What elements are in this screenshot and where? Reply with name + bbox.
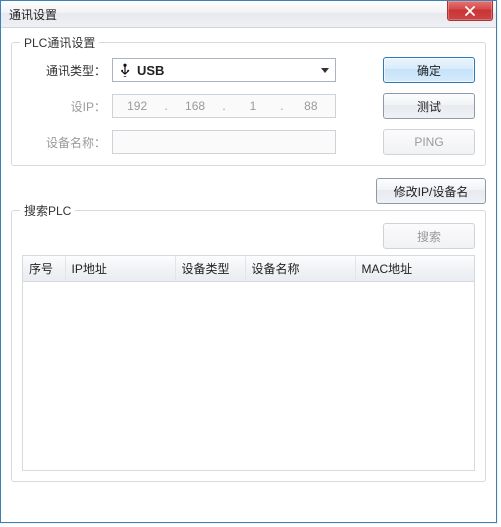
row-search-button: 搜索 [22,223,475,249]
ip-octet-4: 88 [290,99,332,113]
label-device-name: 设备名称： [22,134,112,151]
ping-button: PING [383,129,475,155]
col-type[interactable]: 设备类型 [175,256,245,282]
chevron-down-icon [321,68,329,73]
col-name[interactable]: 设备名称 [245,256,355,282]
group-plc-comm-title: PLC通讯设置 [20,34,99,51]
group-search-plc: 搜索PLC 搜索 序号 IP地址 设备类型 设备名称 MAC地址 [11,210,486,482]
modify-ip-name-button[interactable]: 修改IP/设备名 [376,178,486,204]
label-device-ip: 设IP： [22,98,112,115]
result-table-wrap: 序号 IP地址 设备类型 设备名称 MAC地址 [22,255,475,471]
group-search-plc-title: 搜索PLC [20,202,75,219]
test-button[interactable]: 测试 [383,93,475,119]
row-device-name: 设备名称： PING [22,129,475,155]
group-plc-comm: PLC通讯设置 通讯类型： [11,42,486,166]
search-button: 搜索 [383,223,475,249]
col-mac[interactable]: MAC地址 [355,256,474,282]
row-modify: 修改IP/设备名 [11,178,486,204]
table-header-row: 序号 IP地址 设备类型 设备名称 MAC地址 [23,256,474,282]
titlebar: 通讯设置 [1,1,496,28]
dialog-window: 通讯设置 PLC通讯设置 通讯类型： [0,0,497,523]
col-ip[interactable]: IP地址 [65,256,175,282]
device-name-field [112,130,336,154]
col-seq[interactable]: 序号 [23,256,65,282]
close-button[interactable] [447,1,493,21]
row-comm-type: 通讯类型： USB [22,57,475,83]
close-icon [465,6,475,16]
result-table: 序号 IP地址 设备类型 设备名称 MAC地址 [23,256,474,282]
ip-octet-1: 192 [116,99,158,113]
window-title: 通讯设置 [9,6,447,23]
ip-octet-2: 168 [174,99,216,113]
device-ip-field: 192. 168. 1. 88 [112,94,336,118]
comm-type-value: USB [137,63,321,78]
usb-icon [119,63,131,77]
client-area: PLC通讯设置 通讯类型： [1,28,496,492]
comm-type-combobox[interactable]: USB [112,58,336,82]
ok-button[interactable]: 确定 [383,57,475,83]
ip-octet-3: 1 [232,99,274,113]
label-comm-type: 通讯类型： [22,62,112,79]
row-device-ip: 设IP： 192. 168. 1. 88 测试 [22,93,475,119]
